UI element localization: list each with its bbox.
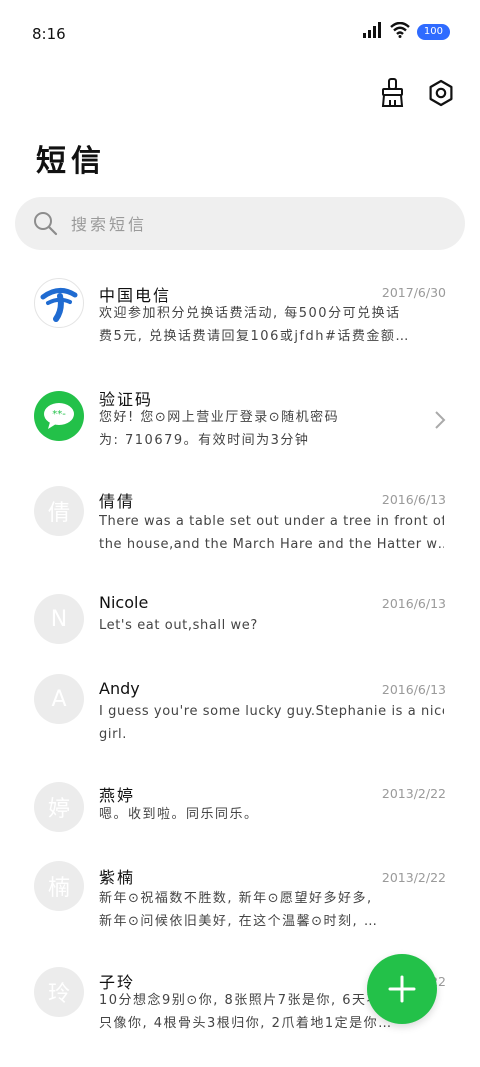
avatar: 楠 [34,861,84,911]
conversation-item[interactable]: 楠 紫楠 2013/2/22 新年⊙祝福数不胜数, 新年⊙愿望好多好多, 新年⊙… [0,858,480,958]
message-date: 2017/6/30 [381,285,446,300]
conversation-item[interactable]: 婷 燕婷 2013/2/22 嗯。收到啦。同乐同乐。 [0,772,480,852]
message-preview: 欢迎参加积分兑换话费活动, 每500分可兑换话 费5元, 兑换话费请回复106或… [99,306,410,344]
broom-icon [381,78,404,107]
message-preview: 嗯。收到啦。同乐同乐。 [99,807,259,822]
page-title: 短信 [36,144,106,179]
conversation-item[interactable]: N Nicole 2016/6/13 Let's eat out,shall w… [0,582,480,662]
gear-icon [429,79,453,107]
status-icons: 100 [362,21,450,42]
avatar: 玲 [34,967,84,1017]
message-date: 2016/6/13 [381,492,446,507]
avatar: 倩 [34,486,84,536]
clean-button[interactable] [378,76,408,110]
message-preview: 您好! 您⊙网上营业厅登录⊙随机密码 为: 710679。有效时间为3分钟 [99,410,340,448]
message-date: 2013/2/22 [381,870,446,885]
search-input[interactable] [69,209,443,239]
contact-name: Nicole [99,593,149,612]
message-date: 2016/6/13 [381,596,446,611]
new-message-button[interactable] [367,954,437,1024]
status-bar: 8:16 100 [0,0,480,66]
battery-indicator: 100 [416,24,450,40]
avatar: N [34,594,84,644]
conversation-item[interactable]: **- 验证码 您好! 您⊙网上营业厅登录⊙随机密码 为: 710679。有效时… [0,372,480,472]
china-telecom-logo [34,278,84,328]
avatar: A [34,674,84,724]
message-preview: There was a table set out under a tree i… [99,514,444,552]
chevron-right-icon[interactable] [434,410,446,434]
wifi-icon [390,21,410,42]
message-bubble-icon: **- [34,391,84,441]
contact-name: Andy [99,679,140,698]
conversation-item[interactable]: 倩 倩倩 2016/6/13 There was a table set out… [0,476,480,576]
contact-name: 倩倩 [99,492,136,511]
signal-icon [362,22,383,42]
settings-button[interactable] [426,76,456,110]
plus-icon [388,975,416,1003]
search-icon [32,210,58,240]
message-preview: Let's eat out,shall we? [99,618,258,633]
message-date: 2013/2/22 [381,786,446,801]
conversation-item[interactable]: A Andy 2016/6/13 I guess you're some luc… [0,668,480,768]
avatar: 婷 [34,782,84,832]
top-actions [378,76,456,110]
contact-name: 紫楠 [99,868,136,887]
conversation-item[interactable]: 中国电信 2017/6/30 欢迎参加积分兑换话费活动, 每500分可兑换话 费… [0,266,480,366]
svg-text:**-: **- [52,409,66,420]
status-time: 8:16 [32,25,66,43]
message-preview: I guess you're some lucky guy.Stephanie … [99,704,444,742]
message-preview: 新年⊙祝福数不胜数, 新年⊙愿望好多好多, 新年⊙问候依旧美好, 在这个温馨⊙时… [99,891,379,929]
message-date: 2016/6/13 [381,682,446,697]
search-bar[interactable] [15,197,465,250]
